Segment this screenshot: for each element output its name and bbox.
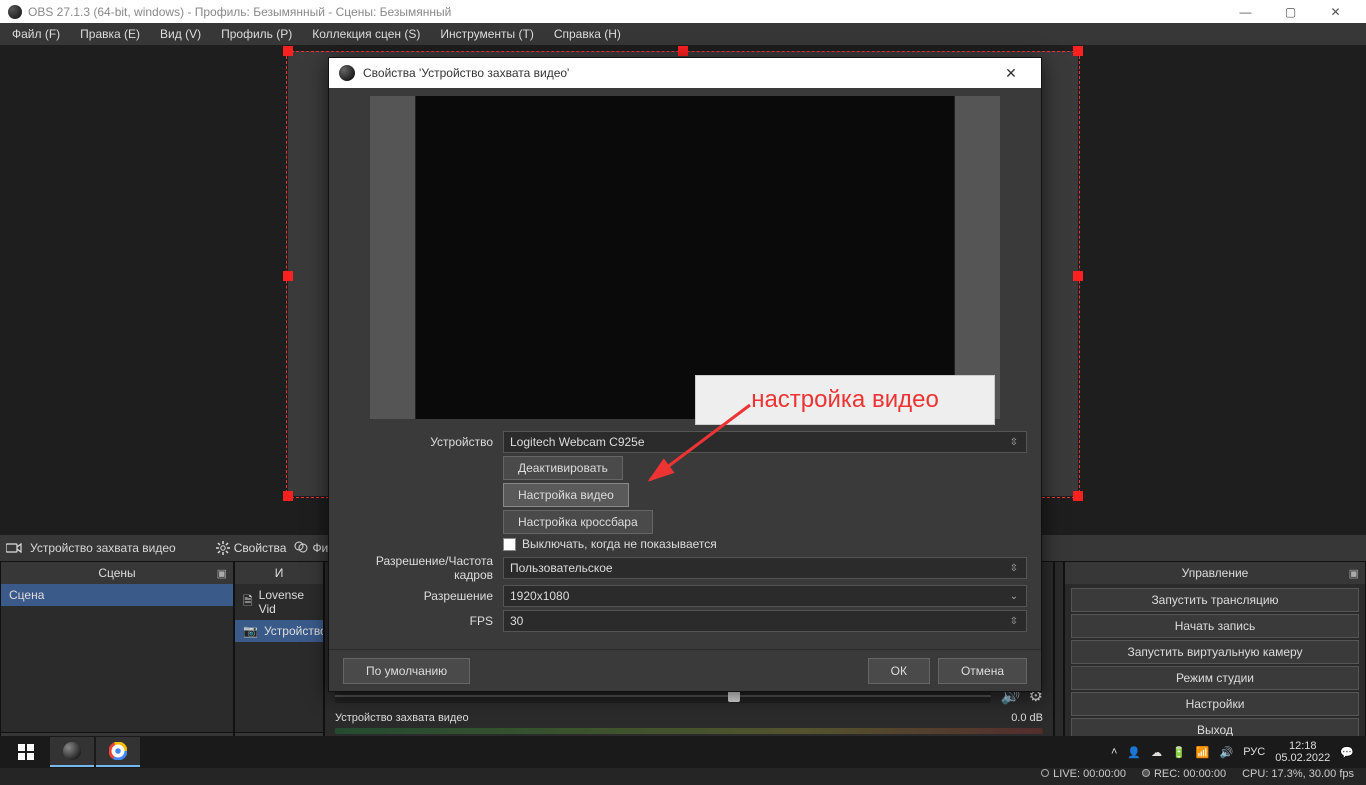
device-select[interactable]: Logitech Webcam C925e ⇳ — [503, 431, 1027, 453]
start-button[interactable] — [4, 737, 48, 767]
resize-handle-tc[interactable] — [678, 46, 688, 56]
window-maximize-button[interactable]: ▢ — [1268, 5, 1313, 19]
dialog-title: Свойства 'Устройство захвата видео' — [363, 66, 569, 80]
tray-battery-icon[interactable]: 🔋 — [1172, 746, 1186, 759]
resize-handle-tr[interactable] — [1073, 46, 1083, 56]
menu-file[interactable]: Файл (F) — [2, 24, 70, 44]
deactivate-when-hidden-checkbox[interactable]: Выключать, когда не показывается — [503, 537, 1027, 551]
selected-source-name: Устройство захвата видео — [30, 541, 176, 555]
start-streaming-button[interactable]: Запустить трансляцию — [1071, 588, 1359, 612]
sources-list[interactable]: 🗎 Lovense Vid 📷 Устройство — [235, 584, 323, 732]
dialog-preview — [370, 96, 1000, 419]
rec-status: REC: 00:00:00 — [1142, 768, 1226, 780]
cancel-button[interactable]: Отмена — [938, 658, 1027, 684]
windows-icon — [18, 744, 34, 760]
window-titlebar: OBS 27.1.3 (64-bit, windows) - Профиль: … — [0, 0, 1366, 23]
chevron-updown-icon: ⇳ — [1006, 434, 1022, 450]
chevron-updown-icon: ⇳ — [1006, 560, 1022, 576]
menu-tools[interactable]: Инструменты (T) — [430, 24, 543, 44]
video-config-button[interactable]: Настройка видео — [503, 483, 629, 507]
fps-label: FPS — [343, 614, 503, 628]
sources-dock-header[interactable]: И — [235, 562, 323, 584]
start-recording-button[interactable]: Начать запись — [1071, 614, 1359, 638]
tray-people-icon[interactable]: 👤 — [1127, 746, 1141, 759]
menu-scene-collection[interactable]: Коллекция сцен (S) — [302, 24, 430, 44]
settings-button[interactable]: Настройки — [1071, 692, 1359, 716]
dock-popout-icon[interactable]: ▣ — [1349, 567, 1359, 580]
obs-app-icon — [63, 742, 81, 760]
scenes-list[interactable]: Сцена — [1, 584, 233, 732]
mixer-channel-name: Устройство захвата видео — [335, 712, 469, 724]
menu-view[interactable]: Вид (V) — [150, 24, 211, 44]
menubar: Файл (F) Правка (E) Вид (V) Профиль (P) … — [0, 23, 1366, 45]
resize-handle-ml[interactable] — [283, 271, 293, 281]
document-icon: 🗎 — [243, 592, 253, 613]
taskbar-chrome-button[interactable] — [96, 737, 140, 767]
source-item[interactable]: 📷 Устройство — [235, 620, 323, 642]
res-fps-label: Разрешение/Частота кадров — [343, 554, 503, 582]
menu-profile[interactable]: Профиль (P) — [211, 24, 302, 44]
dock-popout-icon[interactable]: ▣ — [217, 567, 227, 580]
source-item[interactable]: 🗎 Lovense Vid — [235, 584, 323, 620]
start-virtual-cam-button[interactable]: Запустить виртуальную камеру — [1071, 640, 1359, 664]
annotation-arrow — [640, 400, 760, 490]
resize-handle-mr[interactable] — [1073, 271, 1083, 281]
mixer-db-value: 0.0 dB — [1011, 712, 1043, 724]
window-close-button[interactable]: ✕ — [1313, 5, 1358, 19]
resize-handle-br[interactable] — [1073, 491, 1083, 501]
crossbar-config-button[interactable]: Настройка кроссбара — [503, 510, 653, 534]
filters-button[interactable]: Фи — [294, 541, 328, 555]
audio-meter — [335, 728, 1043, 734]
chevron-updown-icon: ⇳ — [1006, 613, 1022, 629]
camera-icon: 📷 — [243, 624, 258, 638]
menu-help[interactable]: Справка (H) — [544, 24, 631, 44]
defaults-button[interactable]: По умолчанию — [343, 658, 470, 684]
resize-handle-tl[interactable] — [283, 46, 293, 56]
chrome-icon — [109, 742, 127, 760]
tray-chevron-icon[interactable]: ˄ — [1111, 746, 1117, 758]
dialog-titlebar[interactable]: Свойства 'Устройство захвата видео' ✕ — [329, 58, 1041, 88]
resolution-label: Разрешение — [343, 589, 503, 603]
obs-app-icon — [339, 65, 355, 81]
windows-taskbar: ˄ 👤 ☁ 🔋 📶 🔊 РУС 12:18 05.02.2022 💬 — [0, 736, 1366, 768]
window-title: OBS 27.1.3 (64-bit, windows) - Профиль: … — [28, 5, 451, 19]
dialog-close-button[interactable]: ✕ — [991, 65, 1031, 82]
checkbox-icon — [503, 538, 516, 551]
controls-dock-header[interactable]: Управление ▣ — [1065, 562, 1365, 584]
tray-clock[interactable]: 12:18 05.02.2022 — [1275, 740, 1330, 764]
properties-button[interactable]: Свойства — [216, 541, 287, 555]
deactivate-button[interactable]: Деактивировать — [503, 456, 623, 480]
window-minimize-button[interactable]: — — [1223, 5, 1268, 19]
filters-icon — [294, 541, 308, 555]
scenes-dock-header[interactable]: Сцены ▣ — [1, 562, 233, 584]
resize-handle-bl[interactable] — [283, 491, 293, 501]
tray-notifications-icon[interactable]: 💬 — [1340, 746, 1354, 759]
tray-language[interactable]: РУС — [1243, 746, 1265, 758]
camera-icon — [6, 542, 22, 554]
cpu-status: CPU: 17.3%, 30.00 fps — [1242, 768, 1354, 780]
menu-edit[interactable]: Правка (E) — [70, 24, 150, 44]
fps-select[interactable]: 30 ⇳ — [503, 610, 1027, 632]
ok-button[interactable]: ОК — [868, 658, 930, 684]
studio-mode-button[interactable]: Режим студии — [1071, 666, 1359, 690]
taskbar-obs-button[interactable] — [50, 737, 94, 767]
resolution-select[interactable]: 1920x1080 ⌄ — [503, 585, 1027, 607]
gear-icon — [216, 541, 230, 555]
scene-item[interactable]: Сцена — [1, 584, 233, 606]
chevron-down-icon: ⌄ — [1006, 588, 1022, 604]
res-type-select[interactable]: Пользовательское ⇳ — [503, 557, 1027, 579]
tray-wifi-icon[interactable]: 📶 — [1196, 746, 1210, 759]
tray-volume-icon[interactable]: 🔊 — [1220, 746, 1234, 759]
tray-onedrive-icon[interactable]: ☁ — [1151, 746, 1162, 759]
live-status: LIVE: 00:00:00 — [1041, 768, 1126, 780]
obs-app-icon — [8, 5, 22, 19]
device-label: Устройство — [343, 435, 503, 449]
